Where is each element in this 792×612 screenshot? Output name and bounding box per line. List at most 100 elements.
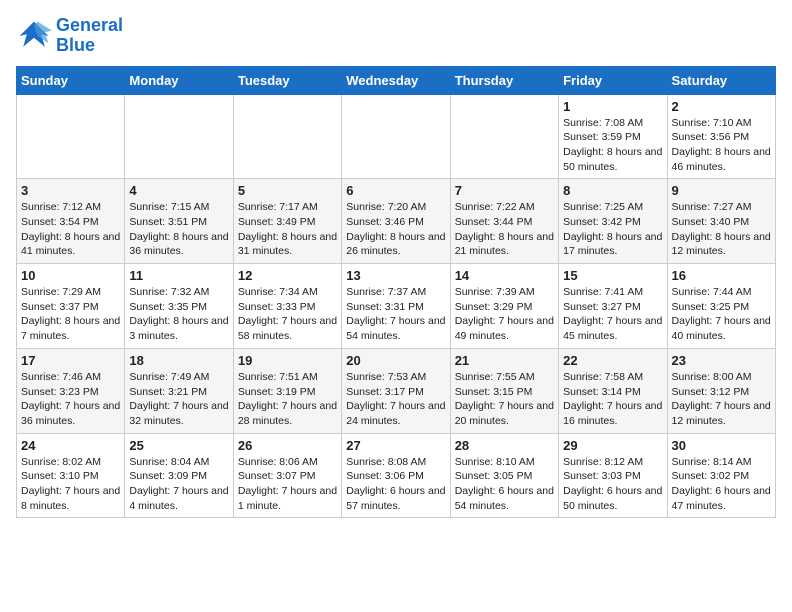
day-info: Sunrise: 7:32 AM Sunset: 3:35 PM Dayligh… xyxy=(129,285,228,344)
day-info: Sunrise: 7:22 AM Sunset: 3:44 PM Dayligh… xyxy=(455,200,554,259)
calendar-cell: 15 Sunrise: 7:41 AM Sunset: 3:27 PM Dayli… xyxy=(559,264,667,349)
day-info: Sunrise: 8:10 AM Sunset: 3:05 PM Dayligh… xyxy=(455,455,554,514)
day-number: 15 xyxy=(563,268,662,283)
day-number: 6 xyxy=(346,183,445,198)
calendar-cell: 21 Sunrise: 7:55 AM Sunset: 3:15 PM Dayli… xyxy=(450,348,558,433)
day-number: 29 xyxy=(563,438,662,453)
calendar-cell: 10 Sunrise: 7:29 AM Sunset: 3:37 PM Dayli… xyxy=(17,264,125,349)
calendar-cell: 5 Sunrise: 7:17 AM Sunset: 3:49 PM Daylig… xyxy=(233,179,341,264)
day-number: 11 xyxy=(129,268,228,283)
calendar-header-row: SundayMondayTuesdayWednesdayThursdayFrid… xyxy=(17,66,776,94)
calendar-cell: 25 Sunrise: 8:04 AM Sunset: 3:09 PM Dayli… xyxy=(125,433,233,518)
day-number: 26 xyxy=(238,438,337,453)
calendar-cell: 6 Sunrise: 7:20 AM Sunset: 3:46 PM Daylig… xyxy=(342,179,450,264)
day-number: 27 xyxy=(346,438,445,453)
day-info: Sunrise: 8:08 AM Sunset: 3:06 PM Dayligh… xyxy=(346,455,445,514)
day-number: 8 xyxy=(563,183,662,198)
calendar-cell: 28 Sunrise: 8:10 AM Sunset: 3:05 PM Dayli… xyxy=(450,433,558,518)
day-info: Sunrise: 7:17 AM Sunset: 3:49 PM Dayligh… xyxy=(238,200,337,259)
day-info: Sunrise: 7:10 AM Sunset: 3:56 PM Dayligh… xyxy=(672,116,771,175)
day-info: Sunrise: 7:51 AM Sunset: 3:19 PM Dayligh… xyxy=(238,370,337,429)
day-info: Sunrise: 7:15 AM Sunset: 3:51 PM Dayligh… xyxy=(129,200,228,259)
day-info: Sunrise: 8:02 AM Sunset: 3:10 PM Dayligh… xyxy=(21,455,120,514)
calendar-cell: 7 Sunrise: 7:22 AM Sunset: 3:44 PM Daylig… xyxy=(450,179,558,264)
calendar-cell xyxy=(233,94,341,179)
day-number: 21 xyxy=(455,353,554,368)
calendar-cell: 16 Sunrise: 7:44 AM Sunset: 3:25 PM Dayli… xyxy=(667,264,775,349)
calendar-cell: 11 Sunrise: 7:32 AM Sunset: 3:35 PM Dayli… xyxy=(125,264,233,349)
day-number: 19 xyxy=(238,353,337,368)
calendar-row-4: 24 Sunrise: 8:02 AM Sunset: 3:10 PM Dayli… xyxy=(17,433,776,518)
day-info: Sunrise: 8:04 AM Sunset: 3:09 PM Dayligh… xyxy=(129,455,228,514)
calendar-row-1: 3Sunrise: 7:12 AM Sunset: 3:54 PM Daylig… xyxy=(17,179,776,264)
day-number: 24 xyxy=(21,438,120,453)
day-info: Sunrise: 8:12 AM Sunset: 3:03 PM Dayligh… xyxy=(563,455,662,514)
day-info: Sunrise: 7:34 AM Sunset: 3:33 PM Dayligh… xyxy=(238,285,337,344)
day-number: 14 xyxy=(455,268,554,283)
calendar-cell xyxy=(450,94,558,179)
calendar-row-3: 17 Sunrise: 7:46 AM Sunset: 3:23 PM Dayli… xyxy=(17,348,776,433)
calendar-cell xyxy=(125,94,233,179)
day-number: 5 xyxy=(238,183,337,198)
calendar-cell xyxy=(17,94,125,179)
day-number: 4 xyxy=(129,183,228,198)
day-info: Sunrise: 7:20 AM Sunset: 3:46 PM Dayligh… xyxy=(346,200,445,259)
day-number: 13 xyxy=(346,268,445,283)
calendar-cell: 17 Sunrise: 7:46 AM Sunset: 3:23 PM Dayli… xyxy=(17,348,125,433)
day-info: Sunrise: 7:08 AM Sunset: 3:59 PM Dayligh… xyxy=(563,116,662,175)
day-number: 17 xyxy=(21,353,120,368)
day-number: 12 xyxy=(238,268,337,283)
calendar-cell: 9Sunrise: 7:27 AM Sunset: 3:40 PM Daylig… xyxy=(667,179,775,264)
calendar-cell: 23 Sunrise: 8:00 AM Sunset: 3:12 PM Dayli… xyxy=(667,348,775,433)
day-number: 7 xyxy=(455,183,554,198)
calendar-row-0: 1Sunrise: 7:08 AM Sunset: 3:59 PM Daylig… xyxy=(17,94,776,179)
day-info: Sunrise: 7:29 AM Sunset: 3:37 PM Dayligh… xyxy=(21,285,120,344)
day-info: Sunrise: 7:37 AM Sunset: 3:31 PM Dayligh… xyxy=(346,285,445,344)
weekday-header-tuesday: Tuesday xyxy=(233,66,341,94)
day-info: Sunrise: 7:27 AM Sunset: 3:40 PM Dayligh… xyxy=(672,200,771,259)
logo: General Blue xyxy=(16,16,123,56)
calendar-cell: 22Sunrise: 7:58 AM Sunset: 3:14 PM Dayli… xyxy=(559,348,667,433)
day-info: Sunrise: 7:41 AM Sunset: 3:27 PM Dayligh… xyxy=(563,285,662,344)
day-info: Sunrise: 7:25 AM Sunset: 3:42 PM Dayligh… xyxy=(563,200,662,259)
day-info: Sunrise: 7:46 AM Sunset: 3:23 PM Dayligh… xyxy=(21,370,120,429)
day-info: Sunrise: 7:39 AM Sunset: 3:29 PM Dayligh… xyxy=(455,285,554,344)
logo-text: General Blue xyxy=(56,16,123,56)
calendar-table: SundayMondayTuesdayWednesdayThursdayFrid… xyxy=(16,66,776,519)
day-number: 16 xyxy=(672,268,771,283)
day-number: 25 xyxy=(129,438,228,453)
day-info: Sunrise: 8:14 AM Sunset: 3:02 PM Dayligh… xyxy=(672,455,771,514)
calendar-cell: 27 Sunrise: 8:08 AM Sunset: 3:06 PM Dayli… xyxy=(342,433,450,518)
calendar-cell: 20 Sunrise: 7:53 AM Sunset: 3:17 PM Dayli… xyxy=(342,348,450,433)
calendar-cell: 13 Sunrise: 7:37 AM Sunset: 3:31 PM Dayli… xyxy=(342,264,450,349)
calendar-cell: 18 Sunrise: 7:49 AM Sunset: 3:21 PM Dayli… xyxy=(125,348,233,433)
day-info: Sunrise: 7:49 AM Sunset: 3:21 PM Dayligh… xyxy=(129,370,228,429)
weekday-header-sunday: Sunday xyxy=(17,66,125,94)
day-number: 10 xyxy=(21,268,120,283)
weekday-header-monday: Monday xyxy=(125,66,233,94)
day-info: Sunrise: 7:53 AM Sunset: 3:17 PM Dayligh… xyxy=(346,370,445,429)
day-info: Sunrise: 8:06 AM Sunset: 3:07 PM Dayligh… xyxy=(238,455,337,514)
day-number: 2 xyxy=(672,99,771,114)
day-info: Sunrise: 7:55 AM Sunset: 3:15 PM Dayligh… xyxy=(455,370,554,429)
day-info: Sunrise: 7:44 AM Sunset: 3:25 PM Dayligh… xyxy=(672,285,771,344)
calendar-cell: 14 Sunrise: 7:39 AM Sunset: 3:29 PM Dayli… xyxy=(450,264,558,349)
day-number: 28 xyxy=(455,438,554,453)
weekday-header-friday: Friday xyxy=(559,66,667,94)
weekday-header-saturday: Saturday xyxy=(667,66,775,94)
day-info: Sunrise: 8:00 AM Sunset: 3:12 PM Dayligh… xyxy=(672,370,771,429)
calendar-cell: 24 Sunrise: 8:02 AM Sunset: 3:10 PM Dayli… xyxy=(17,433,125,518)
day-number: 22 xyxy=(563,353,662,368)
calendar-cell: 29 Sunrise: 8:12 AM Sunset: 3:03 PM Dayli… xyxy=(559,433,667,518)
calendar-cell: 26 Sunrise: 8:06 AM Sunset: 3:07 PM Dayli… xyxy=(233,433,341,518)
day-number: 20 xyxy=(346,353,445,368)
calendar-cell: 8 Sunrise: 7:25 AM Sunset: 3:42 PM Daylig… xyxy=(559,179,667,264)
calendar-cell: 2 Sunrise: 7:10 AM Sunset: 3:56 PM Daylig… xyxy=(667,94,775,179)
day-info: Sunrise: 7:12 AM Sunset: 3:54 PM Dayligh… xyxy=(21,200,120,259)
calendar-cell: 3Sunrise: 7:12 AM Sunset: 3:54 PM Daylig… xyxy=(17,179,125,264)
calendar-cell: 1Sunrise: 7:08 AM Sunset: 3:59 PM Daylig… xyxy=(559,94,667,179)
calendar-cell: 30Sunrise: 8:14 AM Sunset: 3:02 PM Dayli… xyxy=(667,433,775,518)
day-number: 23 xyxy=(672,353,771,368)
page-header: General Blue xyxy=(16,16,776,56)
day-number: 18 xyxy=(129,353,228,368)
